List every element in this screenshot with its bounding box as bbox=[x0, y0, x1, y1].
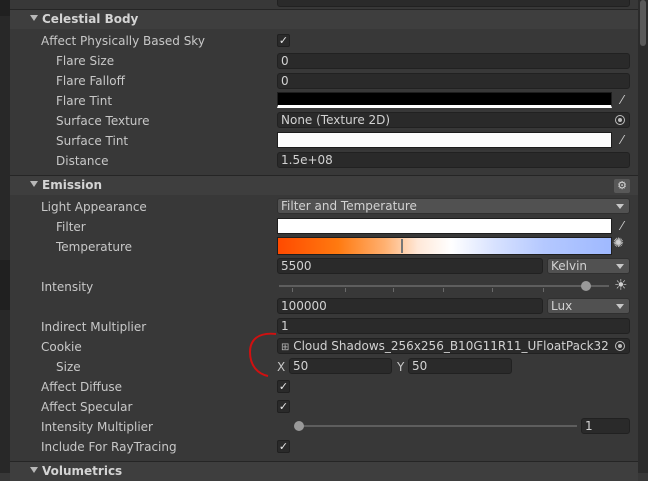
affect-sky-checkbox[interactable]: ✓ bbox=[277, 34, 290, 47]
distance-label: Distance bbox=[56, 154, 109, 168]
raytracing-label: Include For RayTracing bbox=[41, 440, 177, 454]
raytracing-checkbox[interactable]: ✓ bbox=[277, 440, 290, 453]
flare-size-label: Flare Size bbox=[56, 54, 115, 68]
intensity-slider-knob[interactable] bbox=[580, 281, 591, 291]
slider-tick bbox=[292, 288, 293, 292]
surface-texture-label: Surface Texture bbox=[56, 114, 150, 128]
filter-swatch[interactable] bbox=[277, 218, 612, 234]
chevron-down-icon bbox=[616, 264, 624, 269]
sun-icon: ☀ bbox=[614, 276, 628, 294]
scrollbar-thumb[interactable] bbox=[640, 0, 646, 46]
intensity-slider-track[interactable] bbox=[279, 285, 609, 287]
section-title: Volumetrics bbox=[42, 464, 123, 478]
affect-sky-label: Affect Physically Based Sky bbox=[41, 34, 205, 48]
size-label: Size bbox=[56, 360, 81, 374]
filter-label: Filter bbox=[56, 220, 86, 234]
surface-texture-value: None (Texture 2D) bbox=[281, 113, 391, 127]
temperature-unit-value: Kelvin bbox=[551, 259, 588, 273]
temperature-unit-dropdown[interactable]: Kelvin bbox=[547, 258, 630, 274]
affect-diffuse-checkbox[interactable]: ✓ bbox=[277, 380, 290, 393]
flare-tint-swatch[interactable] bbox=[277, 92, 612, 108]
flare-falloff-label: Flare Falloff bbox=[56, 74, 125, 88]
intensity-unit-dropdown[interactable]: Lux bbox=[547, 298, 630, 314]
distance-field[interactable]: 1.5e+08 bbox=[277, 152, 630, 168]
eyedropper-icon[interactable]: ⁄ bbox=[614, 92, 630, 108]
temperature-field[interactable]: 5500 bbox=[277, 258, 543, 274]
flare-size-field[interactable]: 0 bbox=[277, 53, 630, 69]
size-x-field[interactable]: 50 bbox=[289, 358, 392, 374]
object-picker-icon[interactable] bbox=[615, 341, 625, 351]
surface-tint-swatch[interactable] bbox=[277, 132, 612, 148]
flare-tint-label: Flare Tint bbox=[56, 94, 113, 108]
light-appearance-dropdown[interactable]: Filter and Temperature bbox=[277, 198, 630, 214]
section-title: Emission bbox=[42, 178, 102, 192]
cookie-field[interactable]: ⊞ Cloud Shadows_256x256_B10G11R11_UFloat… bbox=[277, 338, 630, 354]
slider-tick bbox=[543, 288, 544, 292]
size-y-label: Y bbox=[397, 360, 405, 374]
red-annotation-bracket bbox=[248, 332, 277, 377]
intensity-multiplier-field[interactable]: 1 bbox=[581, 418, 630, 434]
flare-falloff-field[interactable]: 0 bbox=[277, 73, 630, 89]
surface-texture-field[interactable]: None (Texture 2D) bbox=[277, 112, 630, 128]
size-y-field[interactable]: 50 bbox=[408, 358, 512, 374]
intensity-multiplier-slider-track[interactable] bbox=[299, 425, 577, 427]
foldout-arrow-icon[interactable] bbox=[30, 467, 38, 473]
foldout-arrow-icon[interactable] bbox=[30, 181, 38, 187]
texture-icon: ⊞ bbox=[281, 342, 290, 353]
eyedropper-icon[interactable]: ⁄ bbox=[614, 218, 630, 234]
section-header-celestial-body[interactable]: Celestial Body bbox=[10, 10, 638, 29]
section-title: Celestial Body bbox=[42, 12, 139, 26]
temperature-gradient-slider[interactable] bbox=[277, 237, 612, 255]
intensity-label: Intensity bbox=[41, 280, 94, 294]
indirect-multiplier-label: Indirect Multiplier bbox=[41, 320, 147, 334]
slider-tick bbox=[492, 288, 493, 292]
light-appearance-value: Filter and Temperature bbox=[281, 199, 417, 213]
chevron-down-icon bbox=[616, 304, 624, 309]
light-appearance-label: Light Appearance bbox=[41, 200, 147, 214]
cookie-label: Cookie bbox=[41, 340, 82, 354]
temperature-slider-marker[interactable] bbox=[401, 239, 403, 253]
surface-tint-label: Surface Tint bbox=[56, 134, 129, 148]
intensity-field[interactable]: 100000 bbox=[277, 298, 543, 314]
intensity-multiplier-label: Intensity Multiplier bbox=[41, 420, 153, 434]
section-header-emission[interactable]: Emission bbox=[10, 176, 638, 195]
affect-specular-label: Affect Specular bbox=[41, 400, 133, 414]
chevron-down-icon bbox=[616, 204, 624, 209]
foldout-arrow-icon[interactable] bbox=[30, 15, 38, 21]
cookie-value: Cloud Shadows_256x256_B10G11R11_UFloatPa… bbox=[293, 339, 609, 353]
section-header-volumetrics[interactable]: Volumetrics bbox=[10, 462, 638, 481]
intensity-unit-value: Lux bbox=[551, 299, 573, 313]
temperature-label: Temperature bbox=[56, 240, 133, 254]
intensity-multiplier-slider-knob[interactable] bbox=[294, 421, 304, 431]
object-picker-icon[interactable] bbox=[615, 115, 625, 125]
eyedropper-icon[interactable]: ⁄ bbox=[614, 132, 630, 148]
clipped-top-field[interactable] bbox=[277, 0, 630, 7]
affect-diffuse-label: Affect Diffuse bbox=[41, 380, 123, 394]
slider-tick bbox=[443, 288, 444, 292]
slider-tick bbox=[393, 288, 394, 292]
slider-tick bbox=[345, 288, 346, 292]
scrollbar[interactable] bbox=[638, 0, 648, 473]
left-panel-edge bbox=[0, 0, 10, 473]
affect-specular-checkbox[interactable]: ✓ bbox=[277, 400, 290, 413]
gear-icon[interactable]: ⚙ bbox=[614, 179, 630, 193]
sun-icon: ✺ bbox=[613, 236, 624, 251]
indirect-multiplier-field[interactable]: 1 bbox=[277, 318, 630, 334]
